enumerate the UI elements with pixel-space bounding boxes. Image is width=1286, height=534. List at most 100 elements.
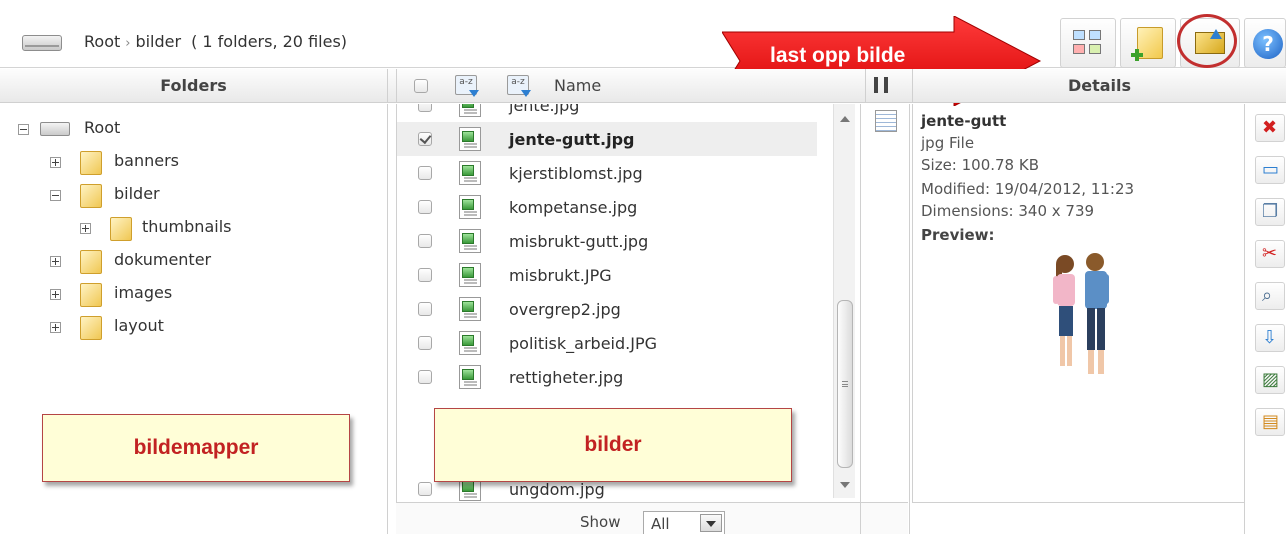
download-icon: ⇩ <box>1262 327 1278 348</box>
copy-icon: ❐ <box>1262 201 1279 222</box>
sort-files-icon[interactable]: a-z <box>507 75 531 97</box>
file-checkbox[interactable] <box>418 200 432 214</box>
edit-image-button[interactable]: ▨ <box>1255 366 1285 394</box>
detail-dimensions: Dimensions: 340 x 739 <box>921 202 1095 220</box>
upload-highlight-circle <box>1177 14 1237 68</box>
file-row[interactable]: kjerstiblomst.jpg <box>397 156 817 190</box>
file-checkbox[interactable] <box>418 166 432 180</box>
rename-button[interactable]: ▭ <box>1255 156 1285 184</box>
thumbnail-views-icon <box>1073 30 1103 56</box>
file-checkbox[interactable] <box>418 132 432 146</box>
tree-label[interactable]: Root <box>84 118 120 137</box>
details-pane: jente-gutt jpg File Size: 100.78 KB Modi… <box>912 104 1242 502</box>
tree-label[interactable]: layout <box>114 316 164 335</box>
expand-icon[interactable] <box>50 289 61 300</box>
detail-file-name: jente-gutt <box>921 112 1007 130</box>
help-button[interactable]: ? <box>1244 18 1286 68</box>
show-select[interactable]: All <box>643 511 725 534</box>
views-button[interactable] <box>1060 18 1116 68</box>
folder-icon <box>80 283 102 307</box>
file-row[interactable]: misbrukt-gutt.jpg <box>397 224 817 258</box>
tree-label[interactable]: images <box>114 283 172 302</box>
name-column-header[interactable]: Name <box>554 69 601 103</box>
preview-label: Preview: <box>921 226 995 244</box>
show-select-value: All <box>651 515 670 533</box>
annotation-note-folders: bildemapper <box>42 414 350 482</box>
show-label: Show <box>580 513 621 531</box>
collapse-icon[interactable] <box>18 124 29 135</box>
file-name[interactable]: overgrep2.jpg <box>509 300 621 319</box>
expand-icon[interactable] <box>50 157 61 168</box>
folder-file-count: ( 1 folders, 20 files) <box>191 32 348 51</box>
file-row[interactable]: jente-gutt.jpg <box>397 122 817 156</box>
file-row[interactable]: rettigheter.jpg <box>397 360 817 394</box>
file-name[interactable]: kjerstiblomst.jpg <box>509 164 643 183</box>
file-checkbox[interactable] <box>418 370 432 384</box>
file-checkbox[interactable] <box>418 302 432 316</box>
download-button[interactable]: ⇩ <box>1255 324 1285 352</box>
top-toolbar: Root › bilder ( 1 folders, 20 files) ? <box>0 14 1286 68</box>
image-file-icon <box>459 161 481 185</box>
select-all-checkbox[interactable] <box>414 79 428 93</box>
new-folder-button[interactable] <box>1120 18 1176 68</box>
file-checkbox[interactable] <box>418 104 432 112</box>
scrollbar-thumb[interactable] <box>837 300 853 468</box>
scroll-up-icon[interactable] <box>840 116 850 122</box>
tree-label[interactable]: thumbnails <box>142 217 231 236</box>
open-folder-icon <box>80 184 102 208</box>
file-row[interactable]: overgrep2.jpg <box>397 292 817 326</box>
drive-icon <box>22 35 62 51</box>
file-row-partial-top[interactable]: jente.jpg <box>397 104 817 122</box>
tree-label[interactable]: dokumenter <box>114 250 211 269</box>
file-name[interactable]: ungdom.jpg <box>509 480 605 499</box>
expand-icon[interactable] <box>80 223 91 234</box>
view-mode-strip <box>860 104 910 534</box>
file-checkbox[interactable] <box>418 336 432 350</box>
image-file-icon <box>459 331 481 355</box>
cut-button[interactable]: ✂ <box>1255 240 1285 268</box>
zoom-icon: ⌕ <box>1262 285 1273 306</box>
file-name[interactable]: rettigheter.jpg <box>509 368 623 387</box>
breadcrumb-current[interactable]: bilder <box>135 32 181 51</box>
chevron-down-icon[interactable] <box>700 514 722 532</box>
replace-image-button[interactable]: ▤ <box>1255 408 1285 436</box>
column-resize-icon[interactable] <box>874 77 888 93</box>
file-checkbox[interactable] <box>418 234 432 248</box>
help-icon: ? <box>1253 29 1283 59</box>
file-name[interactable]: misbrukt-gutt.jpg <box>509 232 648 251</box>
file-name[interactable]: jente.jpg <box>509 104 579 115</box>
file-name[interactable]: jente-gutt.jpg <box>509 130 634 149</box>
file-list-scrollbar[interactable] <box>833 104 855 498</box>
copy-button[interactable]: ❐ <box>1255 198 1285 226</box>
expand-icon[interactable] <box>50 322 61 333</box>
collapse-icon[interactable] <box>50 190 61 201</box>
file-name[interactable]: kompetanse.jpg <box>509 198 637 217</box>
file-row[interactable]: politisk_arbeid.JPG <box>397 326 817 360</box>
file-name[interactable]: misbrukt.JPG <box>509 266 612 285</box>
edit-image-icon: ▨ <box>1262 369 1280 390</box>
annotation-note-files: bilder <box>434 408 792 482</box>
delete-icon: ✖ <box>1262 117 1278 138</box>
file-row[interactable]: misbrukt.JPG <box>397 258 817 292</box>
delete-button[interactable]: ✖ <box>1255 114 1285 142</box>
image-file-icon <box>459 229 481 253</box>
breadcrumb: Root › bilder ( 1 folders, 20 files) <box>84 32 347 51</box>
sort-folders-icon[interactable]: a-z <box>455 75 479 97</box>
cut-icon: ✂ <box>1262 243 1278 264</box>
details-view-icon[interactable] <box>875 110 897 132</box>
folder-icon <box>110 217 132 241</box>
expand-icon[interactable] <box>50 256 61 267</box>
folder-icon <box>80 316 102 340</box>
details-header: Details <box>912 69 1286 103</box>
zoom-button[interactable]: ⌕ <box>1255 282 1285 310</box>
breadcrumb-root[interactable]: Root <box>84 32 120 51</box>
image-file-icon <box>459 263 481 287</box>
tree-label[interactable]: bilder <box>114 184 160 203</box>
scroll-down-icon[interactable] <box>840 482 850 488</box>
file-row[interactable]: kompetanse.jpg <box>397 190 817 224</box>
file-checkbox[interactable] <box>418 482 432 496</box>
file-name[interactable]: politisk_arbeid.JPG <box>509 334 657 353</box>
file-checkbox[interactable] <box>418 268 432 282</box>
image-file-icon <box>459 127 481 151</box>
tree-label[interactable]: banners <box>114 151 179 170</box>
